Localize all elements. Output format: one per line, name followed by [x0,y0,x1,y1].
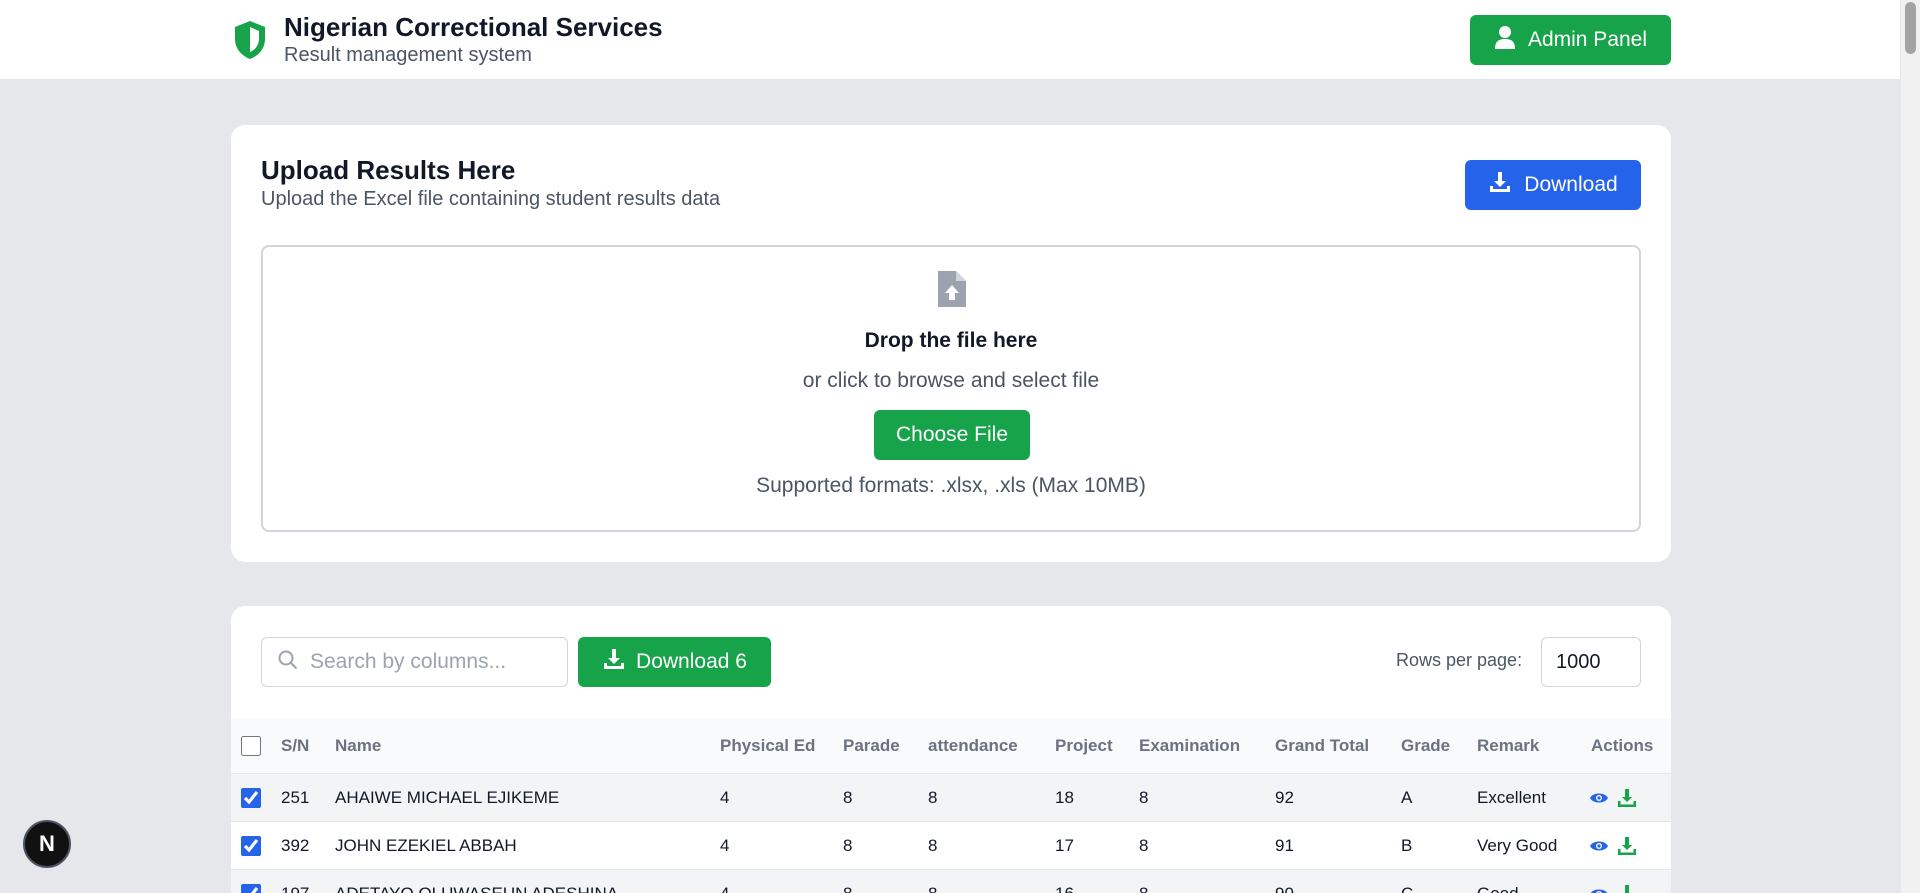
cell-physical-ed: 4 [720,883,730,893]
cell-grade: A [1401,787,1413,807]
cell-project: 16 [1055,883,1074,893]
admin-panel-button[interactable]: Admin Panel [1470,15,1671,65]
select-all-checkbox[interactable] [241,736,261,756]
view-icon[interactable] [1589,836,1609,856]
column-header: Examination [1139,736,1241,755]
page-scrollbar[interactable] [1900,0,1920,893]
cell-attendance: 8 [928,883,938,893]
cell-physical-ed: 4 [720,835,730,855]
column-header: Grand Total [1275,736,1370,755]
cell-grade: B [1401,835,1413,855]
admin-panel-label: Admin Panel [1527,28,1648,51]
column-header: Name [335,736,382,755]
supported-formats: Supported formats: .xlsx, .xls (Max 10MB… [756,474,1146,497]
cell-remark: Very Good [1477,835,1558,855]
row-checkbox[interactable] [241,835,261,856]
rows-per-page-label: Rows per page: [1396,650,1523,670]
upload-subtitle: Upload the Excel file containing student… [261,188,721,210]
download-row-icon[interactable] [1617,788,1637,808]
results-table: S/N Name Physical Ed Parade attendance P… [231,719,1671,893]
cell-grade: C [1401,883,1414,893]
cell-sn: 392 [281,835,310,855]
results-card: Download 6 Rows per page: S/N Name Physi… [231,606,1671,893]
cell-remark: Good [1477,883,1519,893]
download-icon [1488,170,1512,200]
download-row-icon[interactable] [1617,884,1637,893]
cell-parade: 8 [843,835,853,855]
brand: Nigerian Correctional Services Result ma… [230,12,663,68]
cell-name: AHAIWE MICHAEL EJIKEME [335,787,560,807]
search-box [261,637,568,687]
column-header: Grade [1401,736,1451,755]
upload-title: Upload Results Here [261,155,516,185]
dev-tools-badge[interactable]: N [23,820,71,868]
search-input[interactable] [310,650,550,674]
row-checkbox[interactable] [241,883,261,893]
cell-name: ADETAYO OLUWASEUN ADESHINA [335,883,619,893]
column-header: Remark [1477,736,1540,755]
column-header: Physical Ed [720,736,816,755]
column-header: Project [1055,736,1113,755]
upload-card: Upload Results Here Upload the Excel fil… [231,125,1671,562]
cell-attendance: 8 [928,835,938,855]
row-checkbox[interactable] [241,787,261,808]
file-upload-icon [936,269,968,309]
cell-parade: 8 [843,883,853,893]
download-label: Download [1524,173,1618,196]
drop-title: Drop the file here [864,329,1038,352]
table-row[interactable]: 392 JOHN EZEKIEL ABBAH 4 8 8 17 8 91 B V… [231,821,1671,869]
cell-name: JOHN EZEKIEL ABBAH [335,835,517,855]
cell-remark: Excellent [1477,787,1546,807]
cell-attendance: 8 [928,787,938,807]
cell-examination: 8 [1139,883,1149,893]
column-header: Parade [843,736,900,755]
choose-file-button[interactable]: Choose File [874,410,1030,460]
file-dropzone[interactable]: Drop the file here or click to browse an… [261,245,1641,532]
cell-examination: 8 [1139,787,1149,807]
table-header: S/N Name Physical Ed Parade attendance P… [231,719,1671,773]
table-row[interactable]: 197 ADETAYO OLUWASEUN ADESHINA 4 8 8 16 … [231,869,1671,893]
column-header: S/N [281,736,310,755]
shield-icon [230,16,270,64]
view-icon[interactable] [1589,788,1609,808]
view-icon[interactable] [1589,884,1609,893]
cell-physical-ed: 4 [720,787,730,807]
cell-grand-total: 90 [1275,883,1294,893]
cell-parade: 8 [843,787,853,807]
column-header: Actions [1591,736,1654,755]
user-icon [1494,25,1516,55]
cell-grand-total: 91 [1275,835,1294,855]
download-row-icon[interactable] [1617,836,1637,856]
cell-project: 18 [1055,787,1074,807]
download-icon [602,647,626,677]
search-icon [278,650,298,675]
table-row[interactable]: 251 AHAIWE MICHAEL EJIKEME 4 8 8 18 8 92… [231,773,1671,821]
rows-per-page-input[interactable] [1541,637,1641,687]
cell-grand-total: 92 [1275,787,1294,807]
app-title: Nigerian Correctional Services [284,12,663,42]
cell-sn: 197 [281,883,310,893]
cell-sn: 251 [281,787,310,807]
download-template-button[interactable]: Download [1465,160,1641,210]
app-subtitle: Result management system [284,44,532,66]
scrollbar-thumb[interactable] [1905,2,1916,54]
cell-examination: 8 [1139,835,1149,855]
cell-project: 17 [1055,835,1074,855]
download-selected-label: Download 6 [636,650,747,673]
download-selected-button[interactable]: Download 6 [578,637,771,687]
column-header: attendance [928,736,1018,755]
top-header: Nigerian Correctional Services Result ma… [0,0,1900,80]
drop-subtitle: or click to browse and select file [802,369,1100,392]
